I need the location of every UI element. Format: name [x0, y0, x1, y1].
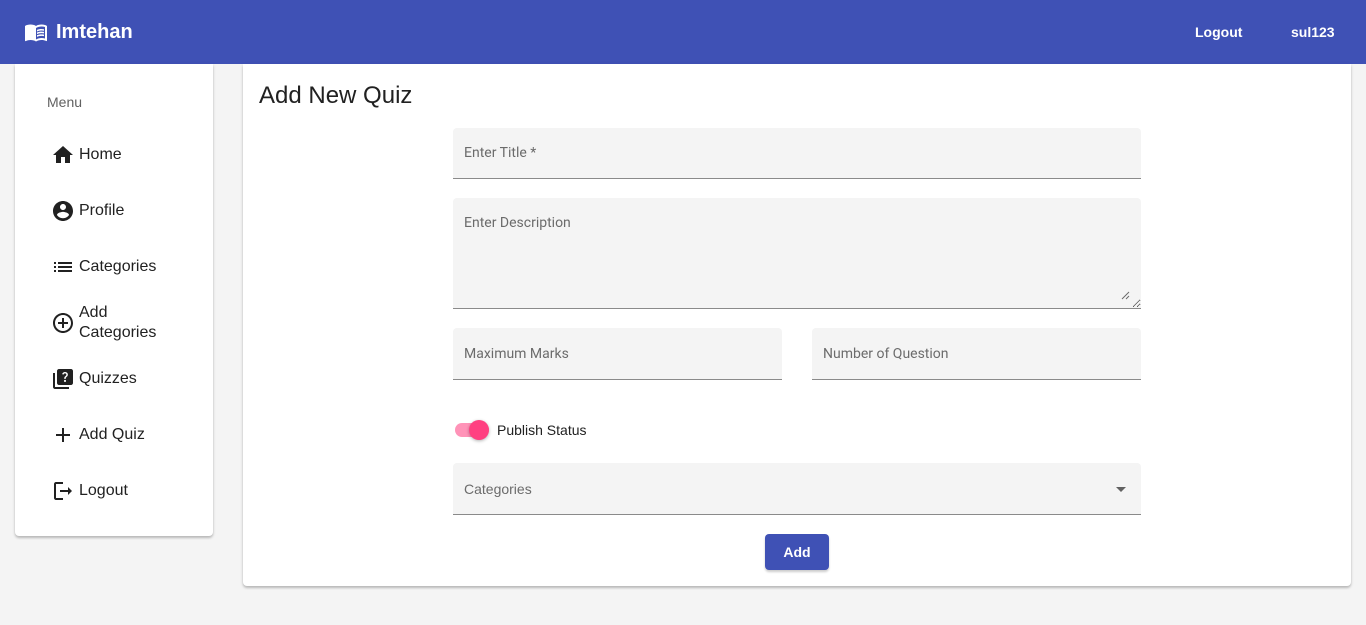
chevron-down-icon: [1116, 487, 1126, 492]
publish-status-toggle[interactable]: [453, 418, 493, 442]
max-marks-input[interactable]: [453, 328, 782, 379]
categories-select[interactable]: Categories: [453, 463, 1141, 515]
publish-status-label: Publish Status: [497, 422, 587, 438]
sidebar-item-quizzes[interactable]: Quizzes: [51, 367, 201, 391]
home-icon: [53, 146, 73, 163]
sidebar-item-home[interactable]: Home: [51, 143, 201, 167]
sidebar-item-add-quiz[interactable]: Add Quiz: [51, 423, 201, 447]
sidebar-item-label: Home: [79, 146, 122, 163]
sidebar-item-profile[interactable]: Profile: [51, 199, 201, 223]
num-questions-field: [812, 328, 1141, 380]
resize-handle-icon[interactable]: [1121, 291, 1130, 300]
logout-icon: [54, 482, 72, 500]
menu-title: Menu: [47, 94, 83, 110]
username-nav-button[interactable]: sul123: [1291, 20, 1335, 44]
sidebar-item-categories[interactable]: Categories: [51, 255, 201, 279]
list-icon: [54, 262, 72, 272]
sidebar-item-logout[interactable]: Logout: [51, 479, 201, 503]
add-icon: [56, 428, 70, 442]
description-textarea[interactable]: [453, 198, 1141, 308]
add-circle-outline-icon: [53, 313, 73, 333]
sidebar-item-label: Add Quiz: [79, 426, 145, 443]
title-input[interactable]: [453, 128, 1141, 178]
max-marks-field: [453, 328, 782, 380]
num-questions-input[interactable]: [812, 328, 1141, 379]
page-title: Add New Quiz: [259, 82, 413, 109]
categories-select-label: Categories: [464, 481, 532, 497]
sidebar: Menu Home Profile Categories Add Categor…: [15, 64, 213, 536]
sidebar-item-label: Add Categories: [79, 304, 157, 341]
add-button[interactable]: Add: [765, 534, 829, 570]
sidebar-item-label: Logout: [79, 482, 128, 499]
description-field: [453, 198, 1141, 309]
top-toolbar: Imtehan Logout sul123: [0, 0, 1366, 64]
sidebar-item-label: Quizzes: [79, 370, 137, 387]
account-circle-icon: [53, 201, 73, 221]
quiz-icon: [53, 369, 73, 389]
logout-nav-button[interactable]: Logout: [1195, 20, 1242, 44]
book-open-icon: [25, 24, 47, 42]
sidebar-item-label: Categories: [79, 258, 157, 275]
title-field: [453, 128, 1141, 179]
add-quiz-card: Add New Quiz Publish Status Categories A…: [243, 64, 1351, 586]
sidebar-item-label: Profile: [79, 202, 125, 219]
brand-name: Imtehan: [56, 20, 133, 43]
brand[interactable]: Imtehan: [24, 18, 133, 46]
sidebar-item-add-categories[interactable]: Add Categories: [51, 303, 161, 343]
toggle-thumb: [469, 420, 489, 440]
